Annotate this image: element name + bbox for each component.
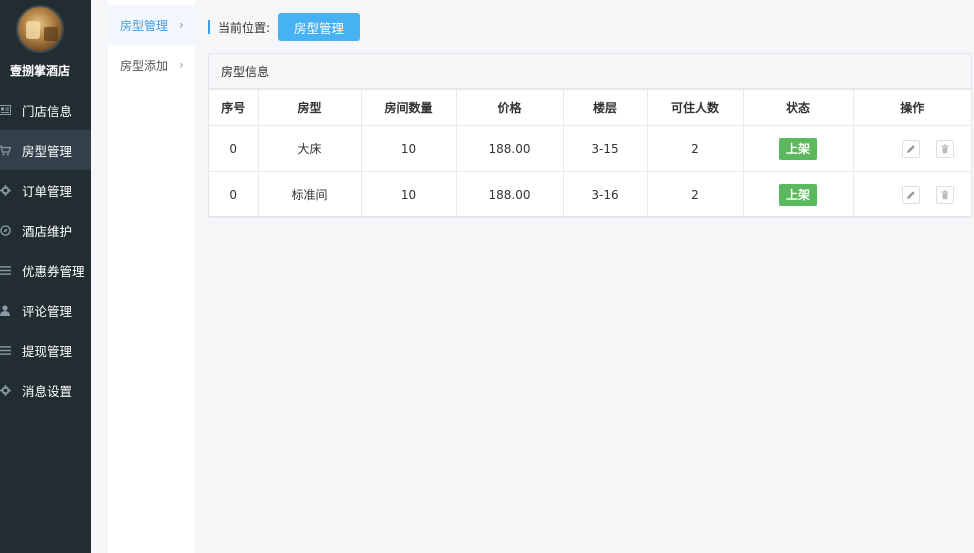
- pencil-icon: [906, 190, 915, 199]
- cell-price: 188.00: [455, 171, 564, 218]
- cell-count: 10: [360, 125, 457, 172]
- status-badge[interactable]: 上架: [779, 137, 817, 160]
- sidebar-item-label: 房型管理: [22, 143, 73, 159]
- cell-capacity: 2: [646, 125, 744, 172]
- breadcrumb-label: 当前位置:: [218, 20, 271, 35]
- pencil-icon: [906, 144, 915, 153]
- compass-icon: [0, 224, 14, 236]
- edit-button[interactable]: [901, 185, 920, 204]
- edit-button[interactable]: [901, 139, 920, 158]
- sidebar-item-orders[interactable]: 订单管理: [0, 170, 91, 210]
- sidebar-nav: 门店信息 房型管理 订单管理 酒店维护 优惠券管理 评论管理 提现管理 消息设置: [0, 90, 91, 410]
- sidebar-item-label: 门店信息: [22, 103, 73, 119]
- store-icon: [0, 105, 14, 115]
- chevron-right-icon: ›: [179, 58, 184, 72]
- sidebar-item-store-info[interactable]: 门店信息: [0, 90, 91, 130]
- sidebar-item-label: 酒店维护: [22, 223, 73, 239]
- submenu-item-label: 房型管理: [120, 18, 169, 33]
- room-type-table: 序号 房型 房间数量 价格 楼层 可住人数 状态 操作 0 大床 10 188.…: [209, 89, 971, 218]
- sidebar-item-withdrawals[interactable]: 提现管理: [0, 330, 91, 370]
- sidebar-item-message-settings[interactable]: 消息设置: [0, 370, 91, 410]
- cell-type: 标准间: [257, 171, 362, 218]
- table-header-row: 序号 房型 房间数量 价格 楼层 可住人数 状态 操作: [209, 89, 971, 126]
- sidebar-item-label: 提现管理: [22, 343, 73, 359]
- table-row: 0 标准间 10 188.00 3-16 2 上架: [209, 171, 971, 218]
- cell-type: 大床: [257, 125, 362, 172]
- user-icon: [0, 304, 14, 316]
- sidebar-item-label: 评论管理: [22, 303, 73, 319]
- list-icon: [0, 265, 14, 275]
- column-header-actions: 操作: [852, 89, 971, 126]
- sidebar-item-label: 优惠券管理: [22, 263, 85, 279]
- cell-floor: 3-15: [562, 125, 648, 172]
- cell-price: 188.00: [455, 125, 564, 172]
- column-header-count: 房间数量: [360, 89, 457, 126]
- column-header-capacity: 可住人数: [646, 89, 744, 126]
- delete-button[interactable]: [936, 185, 955, 204]
- panel-title: 房型信息: [209, 54, 971, 89]
- cell-id: 0: [209, 171, 259, 218]
- submenu-item-room-add[interactable]: 房型添加 ›: [108, 45, 195, 85]
- sidebar-item-label: 订单管理: [22, 183, 73, 199]
- hotel-name: 壹捌掌酒店: [9, 64, 70, 78]
- hotel-avatar[interactable]: [16, 5, 64, 53]
- column-header-type: 房型: [257, 89, 362, 126]
- room-type-panel: 房型信息 序号 房型 房间数量 价格 楼层 可住人数 状态 操作 0 大床 10: [208, 53, 972, 218]
- cell-actions: [852, 171, 971, 218]
- trash-icon: [941, 190, 949, 199]
- column-header-floor: 楼层: [562, 89, 648, 126]
- cell-id: 0: [209, 125, 259, 172]
- sidebar-item-coupons[interactable]: 优惠券管理: [0, 250, 91, 290]
- cell-count: 10: [360, 171, 457, 218]
- cell-capacity: 2: [646, 171, 744, 218]
- submenu: 房型管理 › 房型添加 ›: [108, 0, 195, 553]
- sidebar-item-room-types[interactable]: 房型管理: [0, 130, 91, 170]
- status-badge[interactable]: 上架: [779, 183, 817, 206]
- breadcrumb-current-button[interactable]: 房型管理: [278, 13, 361, 41]
- sidebar: 壹捌掌酒店 门店信息 房型管理 订单管理 酒店维护 优惠券管理 评论管理 提现管…: [0, 0, 91, 553]
- cell-actions: [852, 125, 971, 172]
- cell-floor: 3-16: [562, 171, 648, 218]
- trash-icon: [941, 144, 949, 153]
- column-header-status: 状态: [742, 89, 854, 126]
- breadcrumb-accent-bar: [208, 20, 210, 34]
- submenu-item-label: 房型添加: [120, 58, 169, 73]
- sidebar-item-reviews[interactable]: 评论管理: [0, 290, 91, 330]
- cell-status: 上架: [742, 171, 854, 218]
- column-header-price: 价格: [455, 89, 564, 126]
- cell-status: 上架: [742, 125, 854, 172]
- gear-icon: [0, 384, 14, 396]
- delete-button[interactable]: [936, 139, 955, 158]
- submenu-item-room-management[interactable]: 房型管理 ›: [108, 5, 195, 45]
- sidebar-item-hotel-maintenance[interactable]: 酒店维护: [0, 210, 91, 250]
- sidebar-item-label: 消息设置: [22, 383, 73, 399]
- table-row: 0 大床 10 188.00 3-15 2 上架: [209, 125, 971, 172]
- column-header-id: 序号: [209, 89, 259, 126]
- cart-icon: [0, 144, 14, 156]
- gear-icon: [0, 184, 14, 196]
- list-icon: [0, 345, 14, 355]
- breadcrumb: 当前位置: 房型管理: [208, 13, 361, 41]
- chevron-right-icon: ›: [179, 18, 184, 32]
